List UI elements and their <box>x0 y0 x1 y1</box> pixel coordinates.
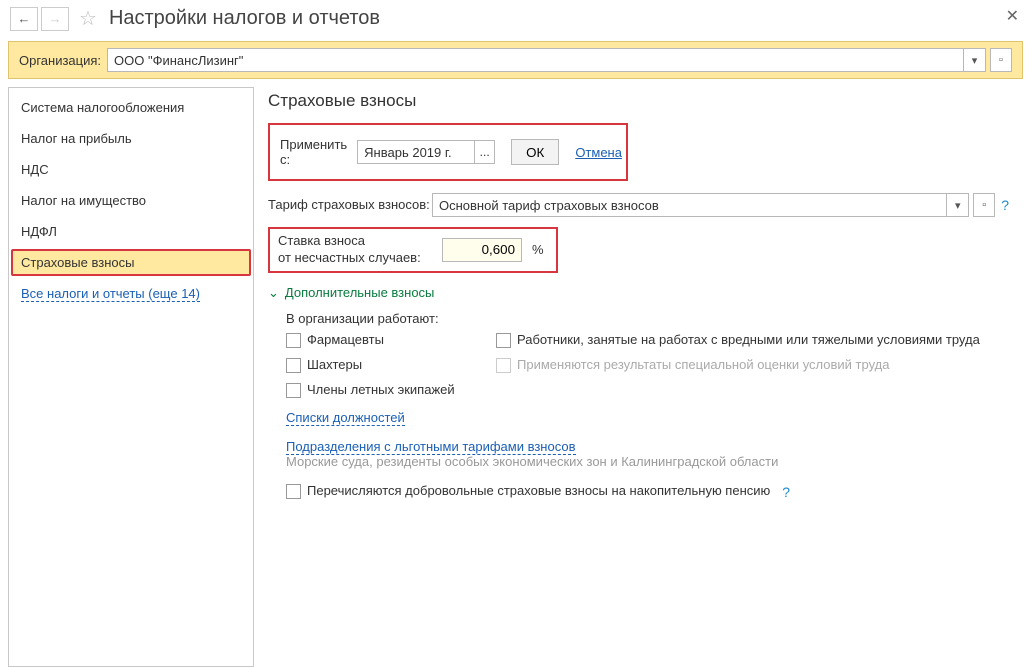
tariff-open-icon[interactable]: ▫ <box>973 193 995 217</box>
sidebar-item-all-taxes[interactable]: Все налоги и отчеты (еще 14) <box>9 278 253 309</box>
accident-rate-box: Ставка взноса от несчастных случаев: % <box>268 227 558 273</box>
sidebar-item-insurance[interactable]: Страховые взносы <box>11 249 251 276</box>
main-panel: Страховые взносы Применить с: Январь 201… <box>254 87 1023 667</box>
close-icon[interactable]: ✕ <box>1006 6 1019 26</box>
apply-from-label: Применить с: <box>280 137 347 167</box>
tariff-label: Тариф страховых взносов: <box>268 197 432 214</box>
checkbox-icon[interactable] <box>286 484 301 499</box>
section-title: Страховые взносы <box>268 91 1009 111</box>
sidebar-all-taxes-link[interactable]: Все налоги и отчеты (еще 14) <box>21 286 200 302</box>
additional-contributions-expander[interactable]: ⌄ Дополнительные взносы <box>268 285 1009 301</box>
tariff-dropdown-icon[interactable]: ▾ <box>947 193 969 217</box>
page-title: Настройки налогов и отчетов <box>109 7 380 30</box>
checkbox-icon[interactable] <box>286 383 301 398</box>
back-button[interactable]: ← <box>10 7 38 31</box>
organization-label: Организация: <box>19 53 101 68</box>
checkbox-icon[interactable] <box>286 358 301 373</box>
apply-from-input[interactable]: Январь 2019 г. <box>357 140 475 164</box>
checkbox-voluntary-pension[interactable]: Перечисляются добровольные страховые взн… <box>286 483 1009 501</box>
sidebar-item-profit-tax[interactable]: Налог на прибыль <box>9 123 253 154</box>
cancel-link[interactable]: Отмена <box>575 145 622 160</box>
organization-input[interactable]: ООО "ФинансЛизинг" <box>107 48 964 72</box>
checkbox-pharmacists[interactable]: Фармацевты <box>286 332 466 349</box>
checkbox-special-assessment: Применяются результаты специальной оценк… <box>496 357 1009 374</box>
subdivisions-subtext: Морские суда, резиденты особых экономиче… <box>286 454 1009 469</box>
tariff-select[interactable]: Основной тариф страховых взносов <box>432 193 947 217</box>
sidebar-item-vat[interactable]: НДС <box>9 154 253 185</box>
accident-rate-input[interactable] <box>442 238 522 262</box>
accident-rate-unit: % <box>532 242 544 257</box>
favorite-star-icon[interactable]: ☆ <box>79 6 97 31</box>
apply-from-box: Применить с: Январь 2019 г. ... ОК Отмен… <box>268 123 628 181</box>
organization-open-icon[interactable]: ▫ <box>990 48 1012 72</box>
checkbox-icon <box>496 358 511 373</box>
chevron-down-icon: ⌄ <box>268 285 279 301</box>
workers-label: В организации работают: <box>286 311 1009 326</box>
apply-from-picker-icon[interactable]: ... <box>475 140 495 164</box>
checkbox-flight-crew[interactable]: Члены летных экипажей <box>286 382 466 399</box>
tariff-help-icon[interactable]: ? <box>1001 197 1009 213</box>
sidebar: Система налогообложения Налог на прибыль… <box>8 87 254 667</box>
checkbox-icon[interactable] <box>286 333 301 348</box>
positions-list-link[interactable]: Списки должностей <box>286 410 405 426</box>
voluntary-help-icon[interactable]: ? <box>782 483 790 501</box>
sidebar-item-property-tax[interactable]: Налог на имущество <box>9 185 253 216</box>
sidebar-item-tax-system[interactable]: Система налогообложения <box>9 92 253 123</box>
ok-button[interactable]: ОК <box>511 139 559 165</box>
checkbox-miners[interactable]: Шахтеры <box>286 357 466 374</box>
forward-button[interactable]: → <box>41 7 69 31</box>
organization-dropdown-icon[interactable]: ▾ <box>964 48 986 72</box>
sidebar-item-ndfl[interactable]: НДФЛ <box>9 216 253 247</box>
checkbox-icon[interactable] <box>496 333 511 348</box>
subdivisions-link[interactable]: Подразделения с льготными тарифами взнос… <box>286 439 576 455</box>
accident-rate-label: Ставка взноса от несчастных случаев: <box>278 233 442 267</box>
checkbox-hazardous-workers[interactable]: Работники, занятые на работах с вредными… <box>496 332 1009 349</box>
organization-bar: Организация: ООО "ФинансЛизинг" ▾ ▫ <box>8 41 1023 79</box>
